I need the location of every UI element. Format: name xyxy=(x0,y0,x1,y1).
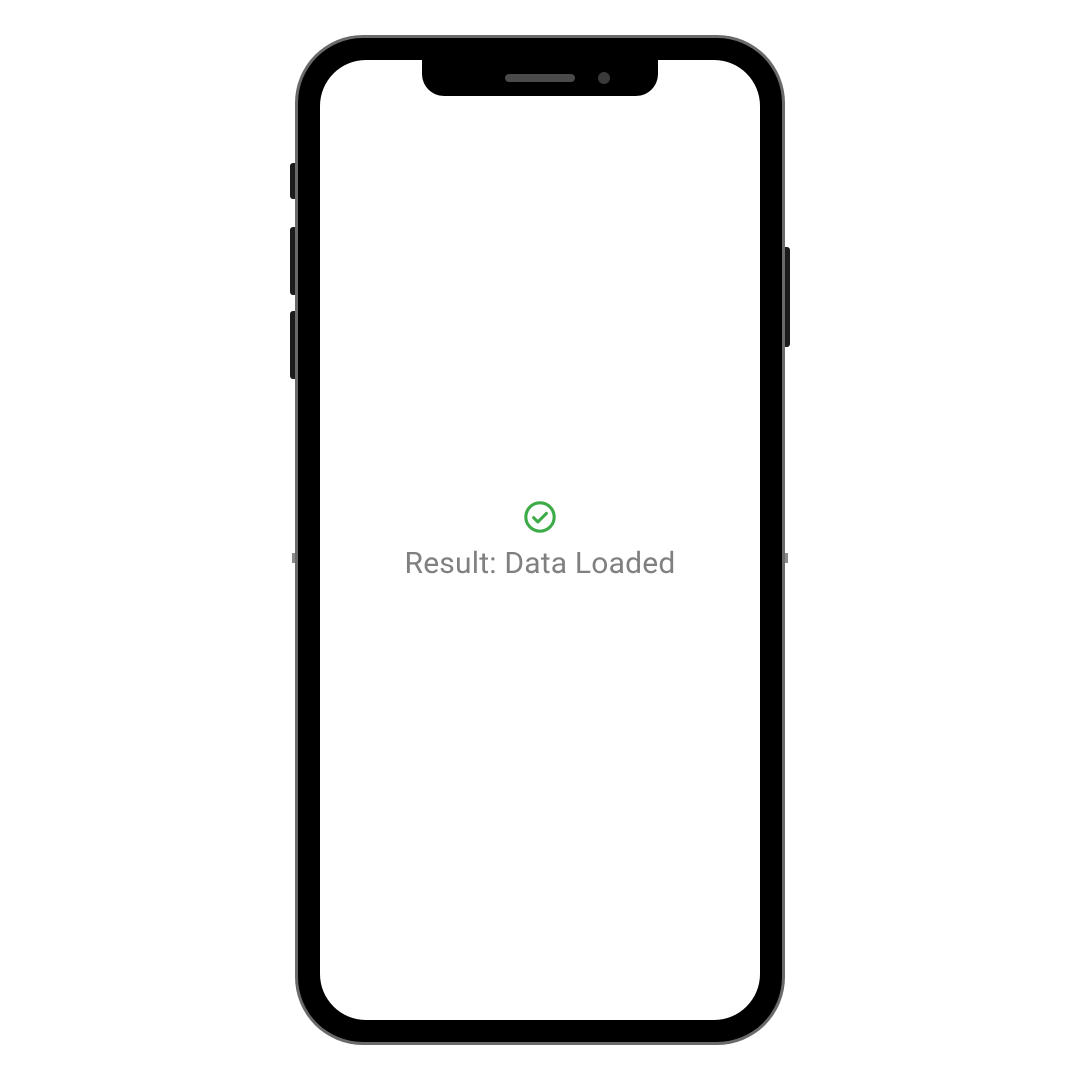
check-circle-icon xyxy=(523,500,557,534)
speaker-grille xyxy=(505,74,575,82)
phone-screen[interactable]: Result: Data Loaded xyxy=(320,60,760,1020)
phone-notch xyxy=(422,60,658,96)
status-text: Result: Data Loaded xyxy=(405,546,676,581)
front-camera xyxy=(598,72,610,84)
phone-body: Result: Data Loaded xyxy=(298,38,782,1042)
phone-device-frame: Result: Data Loaded xyxy=(295,35,785,1045)
antenna-line-right xyxy=(785,553,788,563)
phone-outer-shell: Result: Data Loaded xyxy=(295,35,785,1045)
status-panel: Result: Data Loaded xyxy=(405,500,676,581)
